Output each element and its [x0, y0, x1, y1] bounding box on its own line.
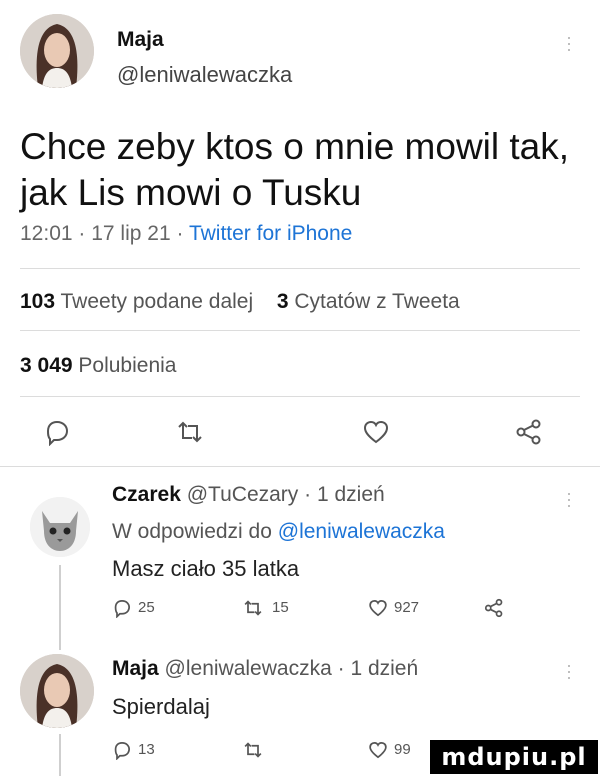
retweet-icon[interactable]	[242, 740, 264, 760]
thread-line	[59, 565, 61, 650]
reply-author-handle[interactable]: @leniwalewaczka	[165, 657, 332, 680]
separator	[20, 268, 580, 269]
reply-avatar[interactable]	[30, 497, 90, 557]
avatar-photo	[20, 14, 94, 88]
reply-actions: 13 99	[112, 738, 412, 762]
reply-to-line: W odpowiedzi do @leniwalewaczka	[112, 520, 445, 544]
retweet-count: 15	[272, 599, 289, 616]
more-vertical-icon[interactable]: · · ·	[566, 656, 572, 686]
meta-dot: ·	[176, 222, 189, 245]
thread-line	[59, 734, 61, 776]
tweet-text-line: jak Lis mowi o Tusku	[20, 172, 362, 213]
tweet-date[interactable]: 17 lip 21	[91, 222, 170, 245]
avatar-photo	[20, 654, 94, 728]
share-icon[interactable]	[484, 598, 504, 618]
tweet-time: 12:01	[20, 222, 73, 245]
like-count: 99	[394, 741, 411, 758]
reply-to-handle[interactable]: @leniwalewaczka	[278, 520, 445, 543]
quotes-label: Cytatów z Tweeta	[294, 290, 460, 313]
quotes-stat[interactable]: 3 Cytatów z Tweeta	[277, 290, 460, 313]
cat-avatar-photo	[30, 497, 90, 557]
reply-avatar[interactable]	[20, 654, 94, 728]
heart-icon[interactable]	[368, 598, 388, 618]
quotes-count: 3	[276, 290, 289, 313]
reply-count: 25	[138, 599, 155, 616]
site-watermark: mdupiu.pl	[430, 740, 598, 774]
reply-text: Masz ciało 35 latka	[112, 556, 300, 581]
retweets-stat[interactable]: 103 Tweety podane dalej	[20, 290, 253, 313]
heart-icon[interactable]	[368, 740, 388, 760]
reply-icon[interactable]	[112, 740, 132, 760]
reply-icon[interactable]	[112, 598, 132, 618]
tweet-source-link[interactable]: Twitter for iPhone	[189, 222, 352, 245]
heart-icon[interactable]	[362, 418, 390, 446]
likes-count: 3 049	[20, 354, 73, 377]
tweet-text-line: Chce zeby ktos o mnie mowil tak,	[20, 126, 570, 167]
reply-author-handle[interactable]: @TuCezary	[187, 483, 299, 506]
meta-dot: ·	[304, 483, 312, 506]
reply-icon[interactable]	[43, 418, 71, 446]
reply-count: 13	[138, 741, 155, 758]
meta-dot: ·	[78, 222, 92, 245]
author-name[interactable]: Maja	[117, 28, 164, 52]
more-vertical-icon[interactable]: · · ·	[566, 484, 572, 514]
reply-actions: 25 15 927	[112, 596, 552, 620]
retweet-icon[interactable]	[242, 598, 264, 618]
share-icon[interactable]	[515, 418, 543, 446]
tweet-actions	[0, 414, 600, 448]
reply-author-name[interactable]: Czarek	[112, 483, 181, 506]
reply-author-name[interactable]: Maja	[112, 657, 159, 680]
likes-stat[interactable]: 3 049 Polubienia	[20, 354, 177, 378]
more-vertical-icon[interactable]: · · ·	[566, 28, 572, 58]
reply-to-prefix: W odpowiedzi do	[112, 520, 272, 543]
reply-time: 1 dzień	[316, 483, 385, 506]
likes-label: Polubienia	[78, 354, 177, 377]
reply-header: Maja @leniwalewaczka · 1 dzień	[112, 657, 418, 681]
separator	[20, 396, 580, 397]
tweet-meta: 12:01 · 17 lip 21 · Twitter for iPhone	[20, 222, 352, 246]
tweet-text: Chce zeby ktos o mnie mowil tak, jak Lis…	[20, 124, 569, 216]
reply-header: Czarek @TuCezary · 1 dzień	[112, 483, 385, 507]
author-avatar[interactable]	[20, 14, 94, 88]
retweets-label: Tweety podane dalej	[60, 290, 254, 313]
meta-dot: ·	[337, 657, 345, 680]
stats-row: 103 Tweety podane dalej 3 Cytatów z Twee…	[20, 290, 460, 314]
separator	[0, 466, 600, 467]
author-handle[interactable]: @leniwalewaczka	[117, 62, 292, 88]
reply-text: Spierdalaj	[112, 694, 210, 719]
retweets-count: 103	[20, 290, 56, 313]
separator	[20, 330, 580, 331]
like-count: 927	[394, 599, 420, 616]
retweet-icon[interactable]	[175, 418, 205, 446]
reply-time: 1 dzień	[350, 657, 419, 680]
